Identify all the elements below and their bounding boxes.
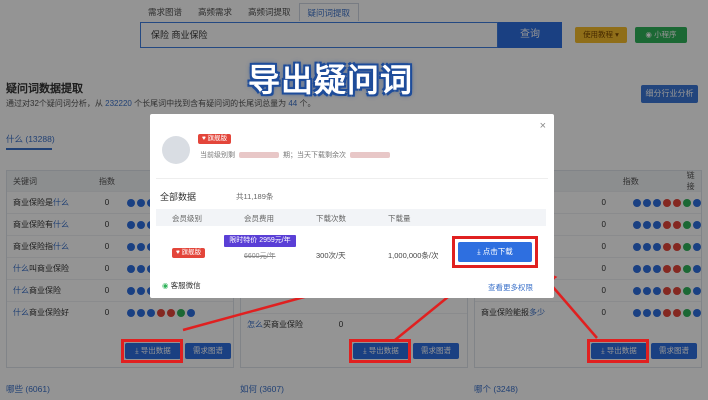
more-permissions-link[interactable]: 查看更多权限 [488, 282, 533, 293]
vip-badge-label: 旗舰版 [207, 135, 228, 142]
total-count: 共11,189条 [236, 192, 274, 201]
vip-badge: ♥ 旗舰版 [198, 134, 232, 144]
col-amount: 下载量 [388, 214, 411, 223]
level-badge: ♥ 旗舰版 [172, 248, 206, 258]
col-level: 会员级别 [172, 214, 202, 223]
original-price: 6600元/年 [244, 253, 276, 260]
blurred-text [350, 152, 390, 159]
close-icon[interactable]: × [540, 120, 546, 132]
col-times: 下载次数 [316, 214, 346, 223]
vip-info: 当前级别剩 期；当天下载剩余次 [200, 150, 394, 160]
avatar [162, 136, 190, 164]
divider [156, 178, 548, 179]
download-amount: 1,000,000条/次 [388, 251, 439, 260]
wechat-icon: ◉ [162, 281, 171, 290]
price-tag: 限时特价 2959元/年 [224, 235, 296, 247]
download-times: 300次/天 [316, 251, 346, 260]
overlay-title: 导出疑问词 [248, 62, 414, 98]
customer-service-label: 客服微信 [170, 281, 201, 290]
all-data-title: 全部数据 [160, 192, 197, 202]
level-badge-label: 旗舰版 [181, 249, 202, 256]
blurred-text [239, 152, 279, 159]
pricing-header: 会员级别 会员费用 下载次数 下载量 [156, 209, 546, 226]
annotation-box-download [452, 236, 538, 268]
col-fee: 会员费用 [244, 214, 274, 223]
customer-service[interactable]: ◉ 客服微信 [162, 280, 201, 291]
download-modal: × ♥ 旗舰版 当前级别剩 期；当天下载剩余次 全部数据 共11,189条 会员级… [150, 114, 554, 298]
vip-info-mid: 期；当天下载剩余次 [283, 152, 346, 159]
vip-info-pre: 当前级别剩 [200, 152, 235, 159]
